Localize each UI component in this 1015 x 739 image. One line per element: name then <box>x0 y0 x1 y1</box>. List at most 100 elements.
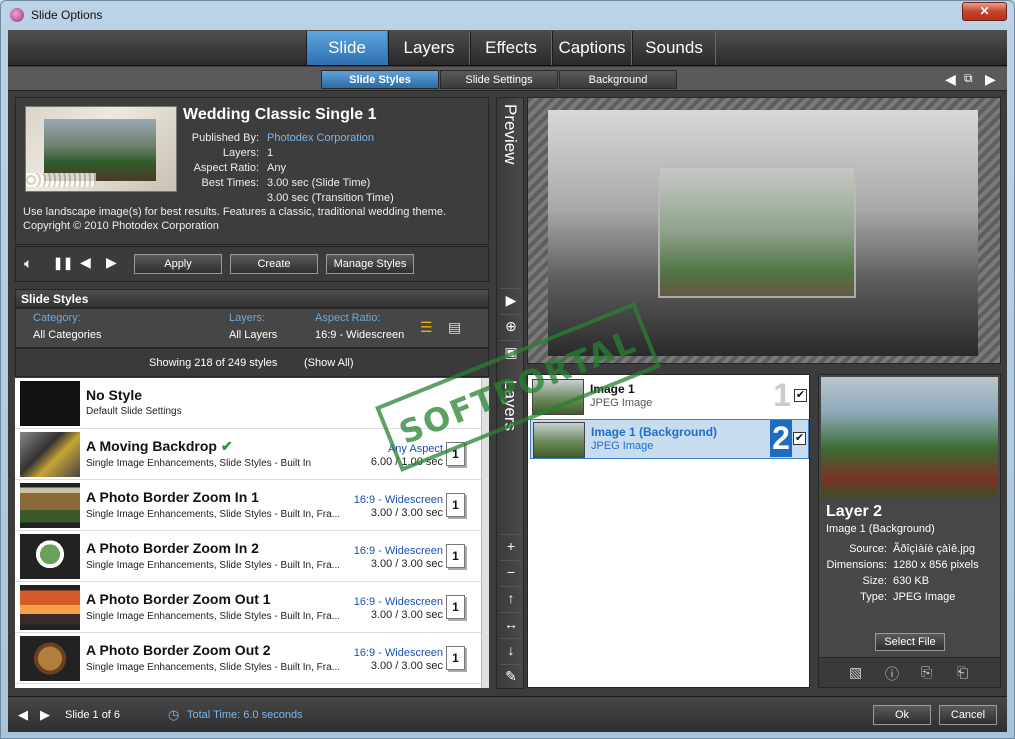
cancel-button[interactable]: Cancel <box>939 705 997 725</box>
tab-sounds[interactable]: Sounds <box>632 31 716 65</box>
play-icon[interactable]: ▶ <box>500 288 522 310</box>
tab-slide[interactable]: Slide <box>306 31 388 65</box>
style-thumbnail <box>20 585 80 630</box>
slide-list-icon[interactable]: ⧉ <box>964 71 973 86</box>
style-title: Wedding Classic Single 1 <box>183 106 377 123</box>
dimensions-value: 1280 x 856 pixels <box>893 559 979 571</box>
tab-captions[interactable]: Captions <box>552 31 632 65</box>
layer-count-badge: 1 <box>446 544 465 568</box>
tab-effects[interactable]: Effects <box>470 31 552 65</box>
type-value: JPEG Image <box>893 591 956 603</box>
subtab-background[interactable]: Background <box>559 70 677 89</box>
list-item[interactable]: A Photo Border Zoom In 2 Single Image En… <box>15 531 481 582</box>
paste-icon[interactable]: ⎗ <box>957 664 968 681</box>
style-name: A Photo Border Zoom In 1 <box>86 489 259 505</box>
main-tabs: Slide Layers Effects Captions Sounds <box>8 30 1007 66</box>
style-filters: Category: All Categories Layers: All Lay… <box>15 308 489 348</box>
detail-view-icon[interactable]: ☰ <box>420 319 433 336</box>
subtab-slide-styles[interactable]: Slide Styles <box>321 70 439 89</box>
move-down-icon[interactable]: ↓ <box>500 638 522 660</box>
prev-style-icon[interactable]: ◀ <box>80 254 91 271</box>
style-name: A Moving Backdrop ✔ <box>86 438 233 454</box>
layer-subtitle: Image 1 (Background) <box>826 523 935 535</box>
create-button[interactable]: Create <box>230 254 318 274</box>
manage-styles-button[interactable]: Manage Styles <box>326 254 414 274</box>
aspect-filter-label: Aspect Ratio: <box>315 312 381 324</box>
layer-count-badge: 1 <box>446 493 465 517</box>
preview-tab[interactable]: Preview <box>500 104 520 164</box>
ok-button[interactable]: Ok <box>873 705 931 725</box>
layer-type: JPEG Image <box>591 440 654 452</box>
prev-slide-footer-icon[interactable]: ◀ <box>18 707 28 723</box>
window-title: Slide Options <box>31 8 103 22</box>
publisher-link[interactable]: Photodex Corporation <box>267 132 374 144</box>
category-label: Category: <box>33 312 81 324</box>
category-filter[interactable]: All Categories <box>33 329 101 341</box>
volume-icon[interactable]: 🔈︎ <box>24 255 32 272</box>
next-style-icon[interactable]: ▶ <box>106 254 117 271</box>
layers-list: Image 1 JPEG Image 1 ✔ Image 1 (Backgrou… <box>527 374 810 688</box>
size-label: Size: <box>862 575 887 587</box>
move-horizontal-icon[interactable]: ↔ <box>500 612 522 634</box>
style-desc: Default Slide Settings <box>86 406 182 417</box>
size-value: 630 KB <box>893 575 930 587</box>
layer-count-badge: 1 <box>446 595 465 619</box>
layer-image-preview <box>821 377 998 497</box>
transition-time: 3.00 sec (Transition Time) <box>267 192 394 204</box>
type-label: Type: <box>860 591 887 603</box>
list-item[interactable]: A Photo Border Zoom Out 1 Single Image E… <box>15 582 481 633</box>
style-thumbnail <box>20 381 80 426</box>
style-time: 3.00 / 3.00 sec <box>370 609 443 621</box>
style-time: 3.00 / 3.00 sec <box>370 660 443 672</box>
close-button[interactable]: ✕ <box>962 2 1007 21</box>
style-name: No Style <box>86 387 143 403</box>
move-up-icon[interactable]: ↑ <box>500 586 522 608</box>
layer-visible-checkbox[interactable]: ✔ <box>793 432 806 445</box>
total-time: Total Time: 6.0 seconds <box>187 709 303 721</box>
select-file-button[interactable]: Select File <box>875 633 945 651</box>
style-thumbnail <box>20 534 80 579</box>
style-thumbnail <box>20 636 80 681</box>
style-preview-thumbnail <box>25 106 177 192</box>
layer-type: JPEG Image <box>590 397 653 409</box>
checkmark-icon: ✔ <box>220 438 233 454</box>
slide-counter: Slide 1 of 6 <box>65 709 121 721</box>
sub-tabs: Slide Styles Slide Settings Background <box>8 67 1007 91</box>
prev-slide-icon[interactable]: ◀ <box>945 71 956 88</box>
apply-button[interactable]: Apply <box>134 254 222 274</box>
subtab-slide-settings[interactable]: Slide Settings <box>440 70 558 89</box>
style-aspect: 16:9 - Widescreen <box>353 494 443 506</box>
tab-layers[interactable]: Layers <box>388 31 470 65</box>
copy-icon[interactable]: ⎘ <box>921 664 932 681</box>
app-icon <box>10 8 24 22</box>
layer-number: 2 <box>770 420 792 457</box>
layer-row[interactable]: Image 1 (Background) JPEG Image 2 ✔ <box>530 419 809 459</box>
style-aspect: 16:9 - Widescreen <box>353 647 443 659</box>
aspect-filter[interactable]: 16:9 - Widescreen <box>315 329 404 341</box>
clock-icon: ◷ <box>168 707 180 722</box>
next-slide-icon[interactable]: ▶ <box>985 71 996 88</box>
style-thumbnail <box>20 483 80 528</box>
style-aspect: 16:9 - Widescreen <box>353 596 443 608</box>
pause-icon[interactable]: ❚❚ <box>53 256 73 270</box>
list-item[interactable]: A Photo Border Zoom Out 2 Single Image E… <box>15 633 481 684</box>
layer-visible-checkbox[interactable]: ✔ <box>794 389 807 402</box>
file-info-icon[interactable]: ⓘ <box>885 664 899 684</box>
style-name: A Photo Border Zoom Out 1 <box>86 591 271 607</box>
edit-layer-settings-icon[interactable]: ▧ <box>849 664 862 681</box>
list-item[interactable]: A Photo Border Zoom In 1 Single Image En… <box>15 480 481 531</box>
layer-tools: ▧ ⓘ ⎘ ⎗ <box>819 657 1000 687</box>
style-thumbnail <box>20 432 80 477</box>
app-window: Slide Options ✕ Slide Layers Effects Cap… <box>0 0 1015 739</box>
list-view-icon[interactable]: ▤ <box>448 319 461 336</box>
remove-layer-icon[interactable]: − <box>500 560 522 582</box>
source-value: Ãðîçìàíè çàìê.jpg <box>893 543 975 555</box>
next-slide-footer-icon[interactable]: ▶ <box>40 707 50 723</box>
preview-layer-frame[interactable] <box>658 166 856 298</box>
showing-bar: Showing 218 of 249 styles (Show All) <box>15 348 489 377</box>
add-layer-icon[interactable]: + <box>500 534 522 556</box>
show-all-link[interactable]: (Show All) <box>304 357 354 369</box>
edit-layer-icon[interactable]: ✎ <box>500 664 522 686</box>
layers-filter[interactable]: All Layers <box>229 329 277 341</box>
zoom-icon[interactable]: ⊕ <box>500 314 522 336</box>
